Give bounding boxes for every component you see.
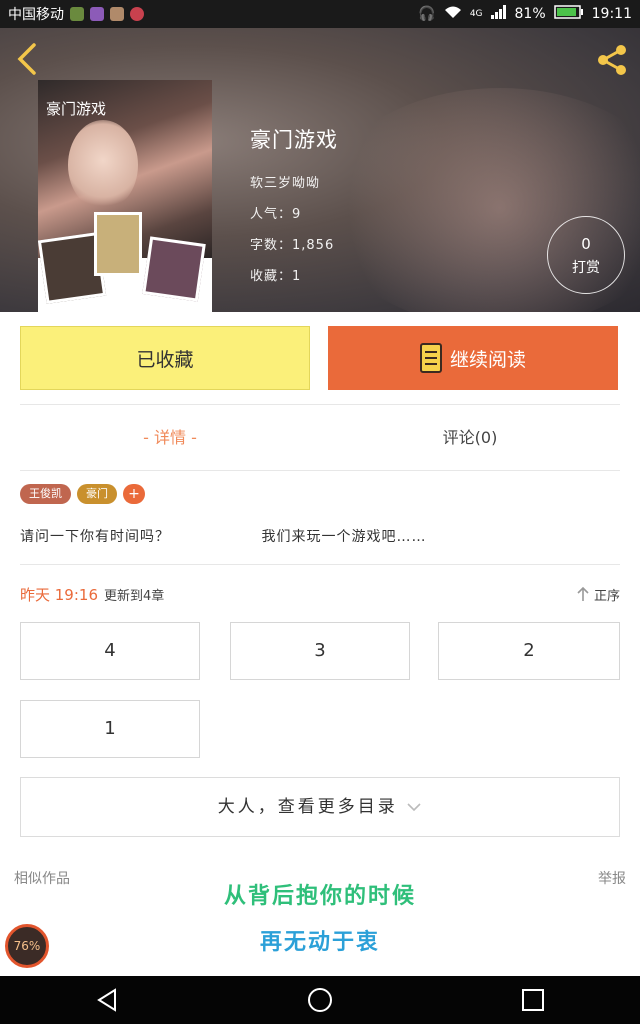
sort-button[interactable]: 正序: [576, 585, 620, 604]
add-tag-button[interactable]: +: [123, 484, 145, 504]
app-notification-icon: [130, 7, 144, 21]
circle-home-icon: [307, 988, 332, 1012]
tag-wangjunkai[interactable]: 王俊凯: [20, 484, 71, 504]
continue-reading-label: 继续阅读: [449, 348, 526, 371]
memory-boost-badge[interactable]: 76%: [5, 924, 49, 968]
book-info: 豪门游戏 软三岁呦呦 人气：9 字数：1,856 收藏：1: [250, 124, 338, 296]
continue-reading-button[interactable]: 继续阅读: [328, 326, 618, 390]
more-chapters-label: 大人，查看更多目录: [217, 797, 398, 817]
square-recents-icon: [522, 989, 545, 1011]
book-detail-main: 已收藏 继续阅读 - 详情 - 评论(0) 王俊凯 豪门 + 请问一下你有时间吗…: [0, 312, 640, 976]
divider: [20, 564, 620, 565]
lyric-overlay-line-2: 再无动于衷: [259, 930, 380, 955]
tag-list: 王俊凯 豪门 +: [20, 484, 145, 504]
description-part-1: 请问一下你有时间吗？: [20, 529, 170, 545]
share-icon: [598, 45, 626, 75]
cover-title: 豪门游戏: [46, 100, 107, 118]
nav-recents-button[interactable]: [513, 980, 553, 1020]
share-button[interactable]: [594, 42, 630, 78]
divider: [20, 470, 620, 471]
tab-details[interactable]: - 详情 -: [20, 418, 320, 458]
book-title: 豪门游戏: [250, 128, 338, 152]
clock: 19:11: [591, 6, 632, 22]
app-notification-icon: [90, 7, 104, 21]
network-type-label: 4G: [469, 9, 483, 19]
chevron-left-icon: [17, 43, 36, 75]
divider: [20, 404, 620, 405]
wifi-icon: [444, 5, 462, 23]
tip-label: 打赏: [572, 260, 600, 276]
book-favorites: 收藏：1: [250, 269, 302, 284]
back-button[interactable]: [14, 42, 42, 76]
carrier-label: 中国移动: [8, 7, 64, 23]
book-description: 请问一下你有时间吗？ 我们来玩一个游戏吧……: [20, 526, 620, 546]
tip-count: 0: [581, 235, 591, 253]
book-header: 豪门游戏 豪门游戏 软三岁呦呦 人气：9 字数：1,856 收藏：1 0 打赏: [0, 28, 640, 312]
arrow-up-icon: [577, 586, 589, 601]
chapter-item[interactable]: 2: [438, 622, 620, 680]
app-notification-icon: [70, 7, 84, 21]
tip-button[interactable]: 0 打赏: [547, 216, 625, 294]
tab-comments[interactable]: 评论(0): [320, 418, 620, 458]
chapter-item[interactable]: 1: [20, 700, 200, 758]
nav-home-button[interactable]: [300, 980, 340, 1020]
nav-back-button[interactable]: [87, 980, 127, 1020]
battery-icon: [553, 5, 584, 23]
chapter-item[interactable]: 3: [230, 622, 410, 680]
status-bar: 中国移动 🎧 4G 81% 19:11: [0, 0, 640, 28]
cover-photo-middle: [94, 212, 142, 276]
book-popularity: 人气：9: [250, 207, 302, 222]
book-icon: [419, 343, 442, 373]
signal-icon: [490, 5, 507, 23]
tag-haomen[interactable]: 豪门: [77, 484, 117, 504]
chevron-down-icon: [407, 803, 421, 812]
sort-label: 正序: [593, 588, 620, 604]
collected-button[interactable]: 已收藏: [20, 326, 310, 390]
lyric-overlay-line-1: 从背后抱你的时候: [223, 884, 416, 909]
headphone-icon: 🎧: [418, 6, 436, 22]
system-navigation-bar: [0, 976, 640, 1024]
detail-tabs: - 详情 - 评论(0): [20, 418, 620, 458]
app-notification-icon: [110, 7, 124, 21]
battery-percent: 81%: [514, 6, 546, 22]
triangle-back-icon: [96, 988, 116, 1012]
chapter-item[interactable]: 4: [20, 622, 200, 680]
action-buttons: 已收藏 继续阅读: [20, 326, 620, 390]
description-part-2: 我们来玩一个游戏吧……: [261, 529, 427, 545]
book-word-count: 字数：1,856: [250, 238, 335, 253]
book-cover[interactable]: 豪门游戏: [38, 80, 212, 312]
update-time: 昨天 19:16: [20, 585, 98, 604]
update-info: 昨天 19:16 更新到4章 正序: [20, 582, 620, 606]
more-chapters-button[interactable]: 大人，查看更多目录: [20, 777, 620, 837]
book-author[interactable]: 软三岁呦呦: [250, 172, 338, 191]
cover-face: [68, 120, 138, 210]
cover-photo-right: [142, 236, 206, 302]
update-text: 更新到4章: [104, 588, 165, 604]
